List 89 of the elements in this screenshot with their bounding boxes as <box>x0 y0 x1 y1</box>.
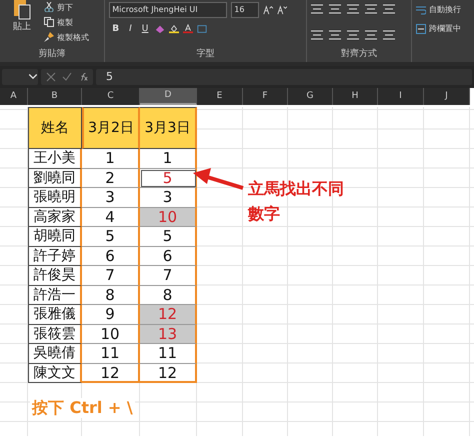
table-cell: 8 <box>82 286 140 305</box>
table-cell: 5 <box>82 227 140 246</box>
column-header[interactable]: H <box>333 88 378 105</box>
column-header[interactable]: C <box>82 88 140 105</box>
arrow-icon <box>193 168 245 190</box>
table-cell: 11 <box>82 344 140 364</box>
column-header[interactable]: F <box>243 88 288 105</box>
check-icon <box>62 72 72 82</box>
table-cell: 許俊昊 <box>28 266 82 286</box>
align-icon <box>310 30 323 40</box>
table-cell: 陳文文 <box>28 364 82 383</box>
caret-icon <box>28 72 38 82</box>
header-cell: 3月2日 <box>82 107 140 149</box>
column-header[interactable]: B <box>28 88 82 105</box>
eraser-icon <box>155 24 166 34</box>
merge-center-button[interactable]: 跨欄置中 <box>416 23 470 34</box>
table-cell: 許子婷 <box>28 246 82 266</box>
table-cell[interactable]: 5 <box>140 168 197 188</box>
column-header[interactable]: I <box>378 88 424 105</box>
table-cell: 3 <box>82 188 140 208</box>
formula-field[interactable]: 5 <box>96 69 472 85</box>
phonetic-icon <box>197 24 208 34</box>
align-icon <box>346 4 359 14</box>
align-icon <box>382 30 395 40</box>
ribbon-button[interactable]: 複製 <box>44 15 89 29</box>
table-cell[interactable]: 1 <box>140 149 197 168</box>
table-cell[interactable]: 7 <box>140 266 197 286</box>
italic-button[interactable]: I <box>126 24 135 34</box>
table-cell: 9 <box>82 305 140 324</box>
name-box[interactable] <box>2 69 38 85</box>
table-cell: 10 <box>82 324 140 344</box>
table-cell: 4 <box>82 208 140 227</box>
font-color-icon <box>183 24 194 34</box>
annotation-text: 立馬找出不同數字 <box>248 178 345 225</box>
table-cell[interactable]: 8 <box>140 286 197 305</box>
table-cell: 2 <box>82 168 140 188</box>
font-size-field[interactable]: 16 <box>231 2 260 18</box>
table-cell[interactable]: 12 <box>140 364 197 383</box>
group-label: 剪貼簿 <box>38 48 67 61</box>
align-icon <box>364 30 377 40</box>
table-cell[interactable]: 5 <box>140 227 197 246</box>
brush-icon <box>44 32 54 42</box>
align-icon <box>328 4 341 14</box>
shrink-font-icon <box>277 5 288 15</box>
align-icon <box>346 30 359 40</box>
table-cell: 張雅儀 <box>28 305 82 324</box>
header-cell: 姓名 <box>28 107 82 149</box>
bold-button[interactable]: B <box>109 24 122 34</box>
table-cell: 12 <box>82 364 140 383</box>
table-cell: 王小美 <box>28 149 82 168</box>
table-cell: 許浩一 <box>28 286 82 305</box>
align-icon <box>382 4 395 14</box>
align-icon <box>364 4 377 14</box>
scissors-icon <box>44 2 54 12</box>
fill-color-icon <box>169 24 180 34</box>
align-icon <box>310 4 323 14</box>
underline-button[interactable]: U <box>138 24 152 34</box>
wrap-icon <box>416 4 426 14</box>
wrap-text-button[interactable]: 自動換行 <box>416 4 470 15</box>
column-header[interactable]: E <box>197 88 243 105</box>
table-cell: 張曉明 <box>28 188 82 208</box>
align-icon <box>328 30 341 40</box>
cancel-icon <box>46 72 56 82</box>
table-cell: 劉曉同 <box>28 168 82 188</box>
column-header[interactable]: A <box>0 88 28 105</box>
column-header[interactable]: J <box>424 88 470 105</box>
table-cell: 高家家 <box>28 208 82 227</box>
paste-button[interactable]: 貼上 <box>4 0 40 48</box>
table-cell: 6 <box>82 246 140 266</box>
table-cell[interactable]: 3 <box>140 188 197 208</box>
table-cell: 胡曉同 <box>28 227 82 246</box>
table-cell: 1 <box>82 149 140 168</box>
merge-icon <box>416 24 426 34</box>
column-header[interactable]: G <box>288 88 333 105</box>
grow-font-icon <box>263 5 274 15</box>
table-cell: 張筱雲 <box>28 324 82 344</box>
shortcut-note: 按下 Ctrl + \ <box>30 398 135 418</box>
table-cell: 7 <box>82 266 140 286</box>
column-header[interactable]: D <box>140 88 197 105</box>
table-cell[interactable]: 6 <box>140 246 197 266</box>
table-cell: 吳曉倩 <box>28 344 82 364</box>
header-cell: 3月3日 <box>140 107 197 149</box>
group-label: 字型 <box>196 48 216 61</box>
group-label: 對齊方式 <box>340 48 378 61</box>
copy-icon <box>44 17 54 27</box>
font-name-field[interactable]: Microsoft JhengHei UI <box>109 2 228 18</box>
table-cell[interactable]: 11 <box>140 344 197 364</box>
ribbon-button[interactable]: 剪下 <box>44 0 89 14</box>
ribbon-button[interactable]: 複製格式 <box>44 30 89 44</box>
